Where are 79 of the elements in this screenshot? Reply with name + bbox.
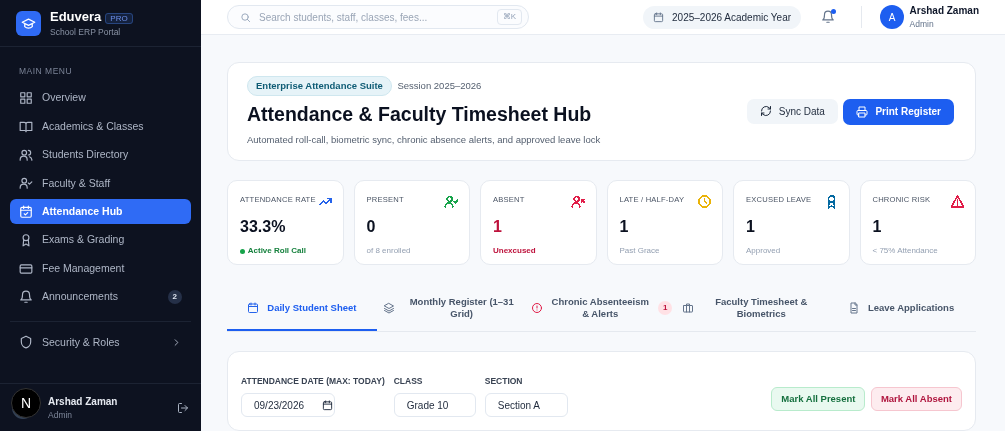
- avatar: A: [880, 5, 905, 29]
- stat-value: 33.3%: [240, 217, 287, 237]
- bell-icon: [19, 290, 33, 304]
- count-badge: 2: [167, 290, 182, 304]
- users-icon: [19, 148, 33, 163]
- stat-note: Active Roll Call: [247, 245, 306, 257]
- sidebar-item[interactable]: Academics & Classes: [10, 114, 191, 140]
- sidebar-item[interactable]: Students Directory: [10, 142, 191, 168]
- tab[interactable]: Monthly Register (1–31 Grid): [376, 287, 527, 331]
- search-input[interactable]: Search students, staff, classes, fees...: [259, 9, 489, 25]
- suite-tag: Enterprise Attendance Suite: [247, 75, 392, 96]
- section-label: MAIN MENU: [18, 65, 74, 78]
- stat-note: of 8 enrolled: [366, 245, 412, 257]
- notification-bell[interactable]: [821, 10, 836, 24]
- refresh-icon: [759, 105, 772, 117]
- user-role: Admin: [909, 18, 935, 31]
- alert-circle-icon: [530, 302, 543, 314]
- mark-present-button[interactable]: Mark All Present: [771, 387, 866, 411]
- shortcut-hint: ⌘K: [496, 9, 522, 25]
- sidebar-item[interactable]: Overview: [10, 85, 191, 111]
- award-icon: [19, 233, 33, 248]
- credit-card-icon: [19, 261, 33, 276]
- user-check-icon: [19, 176, 33, 191]
- briefcase-icon: [682, 302, 695, 314]
- brand-subtitle: School ERP Portal: [50, 26, 122, 40]
- stat-value: 1: [746, 217, 756, 237]
- stat-value: 0: [366, 217, 377, 237]
- page-title: Attendance & Faculty Timesheet Hub: [247, 101, 593, 127]
- count-badge: 1: [657, 300, 673, 316]
- date-field[interactable]: 09/23/2026: [241, 393, 335, 417]
- print-button[interactable]: Print Register: [843, 98, 954, 125]
- shield-icon: [19, 335, 33, 350]
- dropdown[interactable]: Grade 10: [393, 393, 476, 417]
- tab[interactable]: Faculty Timesheet & Biometrics: [676, 287, 827, 331]
- status-dot: [240, 248, 245, 254]
- calendar-check-icon: [19, 204, 33, 219]
- user-menu[interactable]: A Arshad Zaman Admin: [880, 3, 979, 31]
- brand-name: Eduvera: [50, 8, 102, 24]
- sidebar-item[interactable]: Attendance Hub: [10, 199, 191, 225]
- tab[interactable]: Daily Student Sheet: [227, 287, 377, 331]
- stat-value: 1: [619, 217, 630, 237]
- calendar-icon: [653, 11, 665, 23]
- year-selector[interactable]: 2025–2026 Academic Year: [643, 5, 802, 29]
- plan-tag: PRO: [105, 12, 133, 24]
- field-label: SECTION: [484, 375, 524, 388]
- stat-value: 1: [872, 217, 883, 237]
- graduation-cap-icon: [21, 15, 36, 31]
- user-name: Arshad Zaman: [909, 4, 979, 19]
- stat-note: Unexcused: [493, 245, 537, 257]
- bell-icon: [821, 10, 836, 24]
- stat-value: 1: [493, 217, 503, 237]
- logout-icon[interactable]: [177, 401, 189, 414]
- tab[interactable]: Chronic Absenteeism & Alerts 1: [526, 287, 677, 331]
- search-icon: [240, 11, 251, 23]
- user-name: Arshad Zaman: [48, 394, 118, 409]
- calendar-icon: [247, 302, 260, 314]
- sidebar-item[interactable]: Exams & Grading: [10, 227, 191, 253]
- tab[interactable]: Leave Applications: [826, 287, 976, 331]
- field-label: ATTENDANCE DATE (MAX: TODAY): [241, 375, 385, 388]
- book-icon: [19, 119, 33, 134]
- stat-note: Past Grace: [619, 245, 661, 257]
- sidebar-item[interactable]: Faculty & Staff: [10, 170, 191, 196]
- printer-icon: [856, 105, 869, 118]
- grid-icon: [19, 91, 33, 106]
- sidebar-item[interactable]: Announcements 2: [10, 284, 191, 310]
- document-icon: [847, 302, 860, 314]
- stat-note: < 75% Attendance: [872, 245, 939, 257]
- dropdown[interactable]: Section A: [484, 393, 568, 417]
- layers-icon: [382, 302, 395, 314]
- field-label: CLASS: [393, 375, 424, 388]
- sidebar-item[interactable]: Security & Roles: [10, 329, 191, 355]
- stat-note: Approved: [746, 245, 782, 257]
- sync-button[interactable]: Sync Data: [746, 98, 838, 124]
- calendar-icon: [322, 399, 333, 411]
- session-label: Session 2025–2026: [397, 78, 482, 93]
- sidebar-item[interactable]: Fee Management: [10, 256, 191, 282]
- page-subtitle: Automated roll-call, biometric sync, chronic absence alerts, and approved leave lock: [247, 133, 601, 148]
- mark-absent-button[interactable]: Mark All Absent: [870, 387, 962, 411]
- user-role: Admin: [48, 408, 74, 422]
